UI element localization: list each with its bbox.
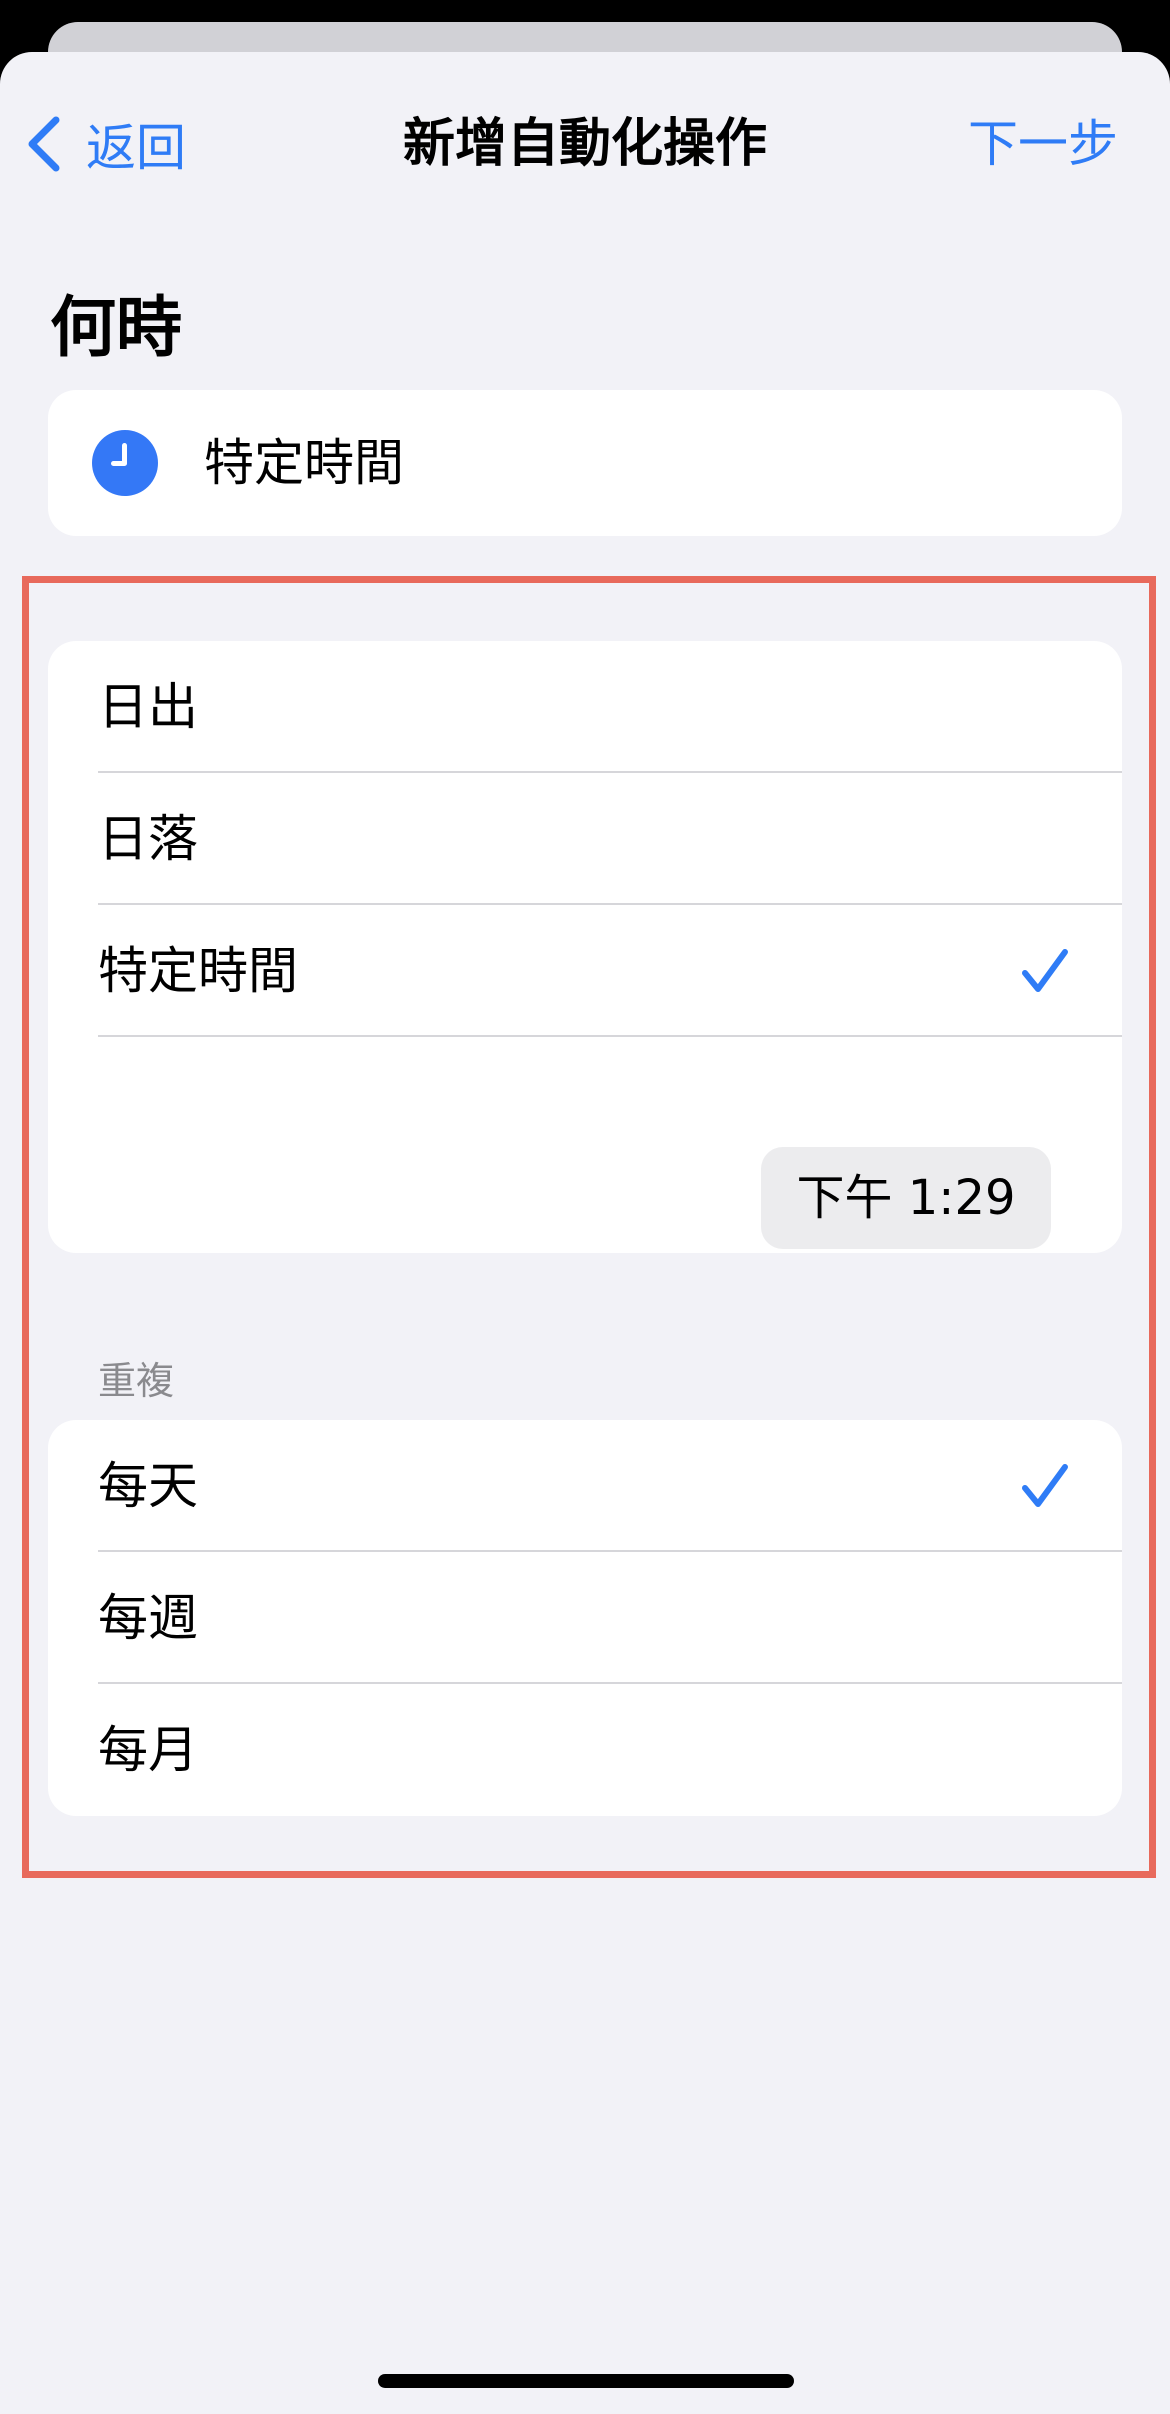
when-heading: 何時 [50,289,182,366]
navigation-bar: 返回 新增自動化操作 下一步 [0,52,1170,222]
next-button[interactable]: 下一步 [968,104,1118,184]
trigger-summary-card[interactable]: 特定時間 [48,390,1122,536]
automation-sheet: 返回 新增自動化操作 下一步 何時 特定時間 日出 日落 特定時間 下午 1:2… [0,52,1170,2414]
clock-icon [92,430,158,496]
home-indicator [378,2374,794,2388]
highlight-annotation [22,576,1156,1878]
trigger-summary-label: 特定時間 [204,434,404,492]
